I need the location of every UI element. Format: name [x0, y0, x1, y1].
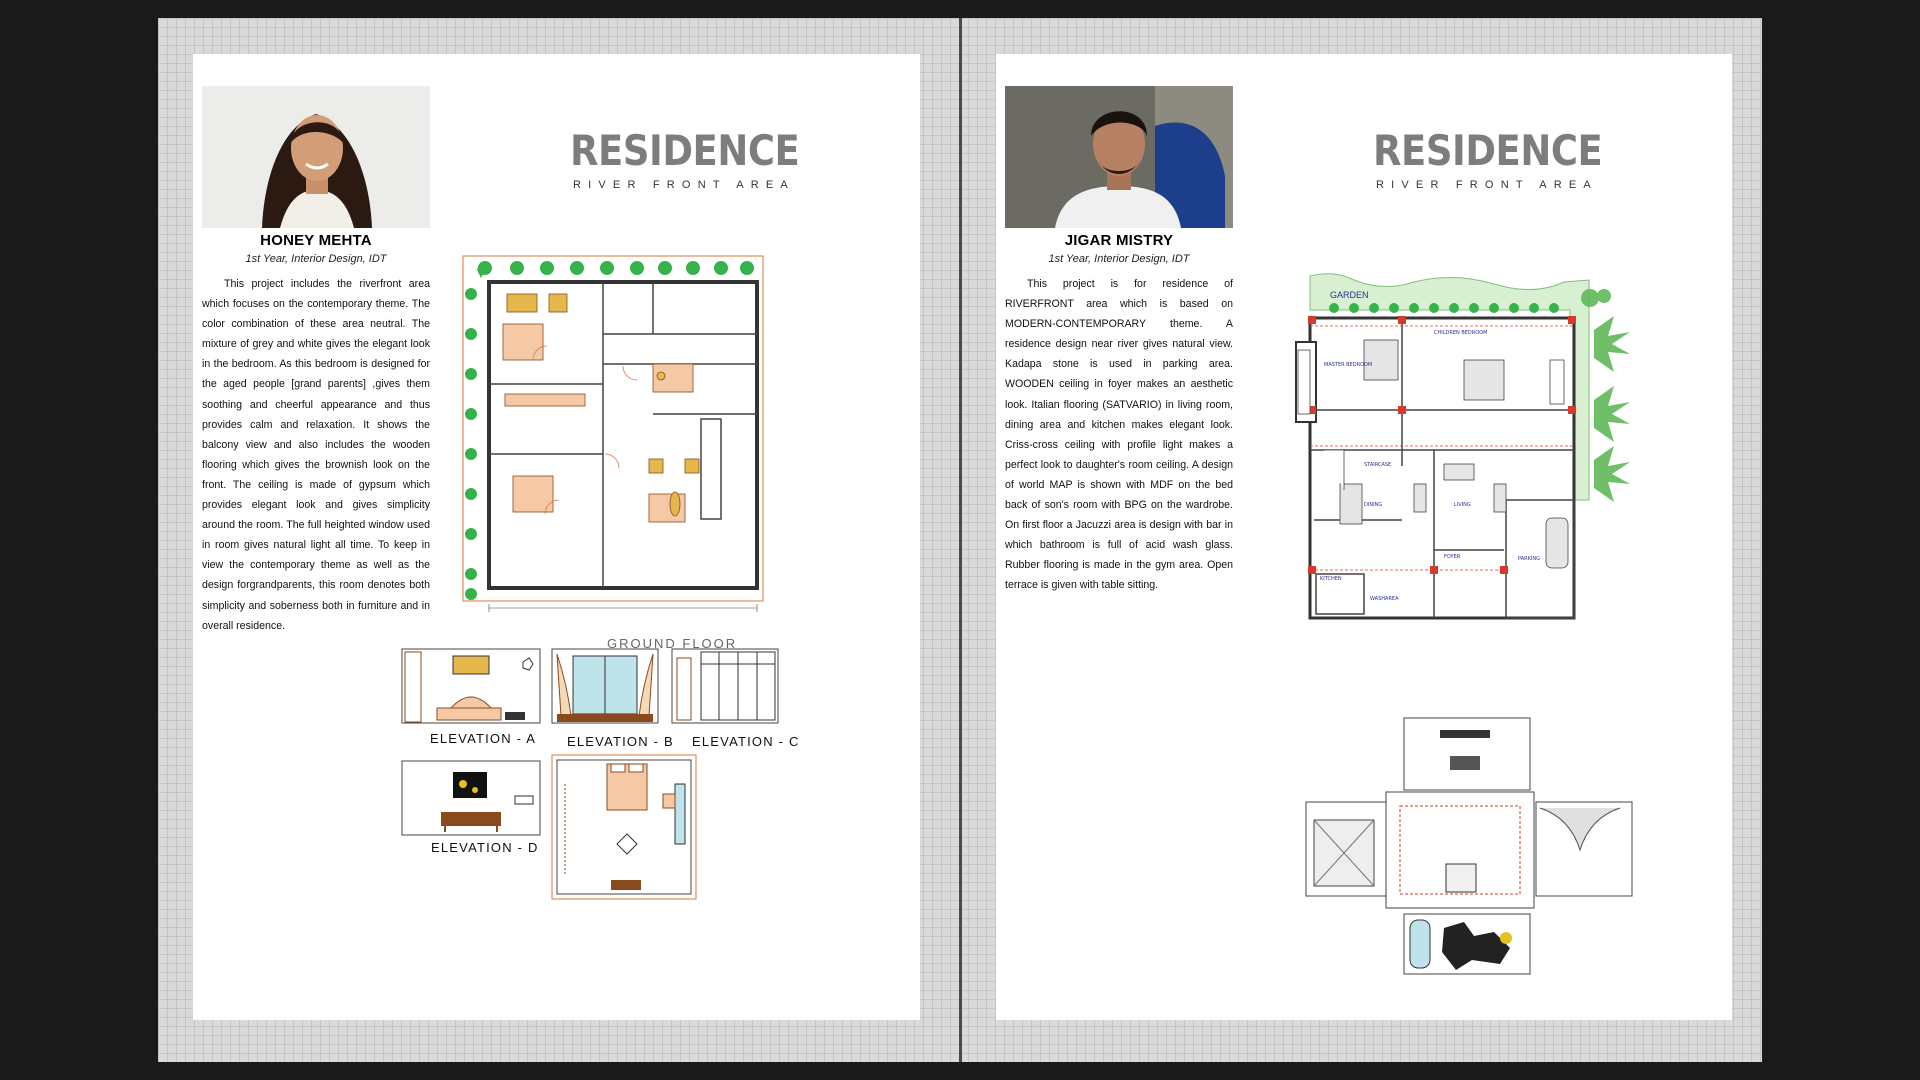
elevation-c-drawing [671, 648, 779, 724]
elevation-d-label: ELEVATION - D [431, 840, 539, 855]
elevation-a-label: ELEVATION - A [430, 731, 537, 746]
person-role: 1st Year, Interior Design, IDT [245, 253, 387, 265]
page-gutter [959, 18, 962, 1062]
page-subtitle: RIVER FRONT AREA [1376, 179, 1598, 191]
left-page: HONEY MEHTA 1st Year, Interior Design, I… [193, 54, 920, 1020]
portrait-photo-jigar [1005, 86, 1233, 228]
elevation-a-drawing [401, 648, 541, 724]
plan-label-master-bedroom: MASTER BEDROOM [1324, 362, 1372, 368]
elevation-b-label: ELEVATION - B [567, 734, 674, 749]
plan-label-dining: DINING [1364, 502, 1382, 508]
elevation-c-label: ELEVATION - C [692, 734, 800, 749]
plan-label-staircase: STAIRCASE [1364, 462, 1391, 468]
person-role: 1st Year, Interior Design, IDT [1048, 253, 1190, 265]
page-title: RESIDENCE [1373, 126, 1603, 175]
right-page: JIGAR MISTRY 1st Year, Interior Design, … [996, 54, 1732, 1020]
person-name: HONEY MEHTA [260, 232, 372, 249]
plan-label-living: LIVING [1454, 502, 1471, 508]
portrait-photo-honey [202, 86, 430, 228]
plan-label-kitchen: KITCHEN [1320, 576, 1342, 582]
plan-label-garden: GARDEN [1330, 290, 1369, 300]
elevation-b-drawing [551, 648, 659, 724]
plan-label-parking: PARKING [1518, 556, 1540, 562]
page-subtitle: RIVER FRONT AREA [573, 179, 795, 191]
page-title: RESIDENCE [570, 126, 800, 175]
elevation-d-drawing [401, 760, 541, 836]
brochure-spread: HONEY MEHTA 1st Year, Interior Design, I… [158, 18, 1762, 1062]
plan-label-foyer: FOYER [1444, 554, 1461, 560]
ground-floor-plan [462, 255, 764, 612]
plan-label-children-bedroom: CHILDREN BEDROOM [1434, 330, 1487, 336]
residence-floor-plan: GARDEN MASTER BEDROOM CHILDREN BEDROOM S… [1295, 273, 1630, 620]
bedroom-plan-drawing [551, 754, 697, 900]
plan-label-washarea: WASHAREA [1370, 596, 1399, 602]
room-unfolded-elevation [1305, 717, 1633, 975]
project-description: This project is for residence of RIVERFR… [1005, 278, 1233, 592]
person-name: JIGAR MISTRY [1064, 232, 1174, 249]
project-description: This project includes the riverfront are… [202, 278, 430, 632]
